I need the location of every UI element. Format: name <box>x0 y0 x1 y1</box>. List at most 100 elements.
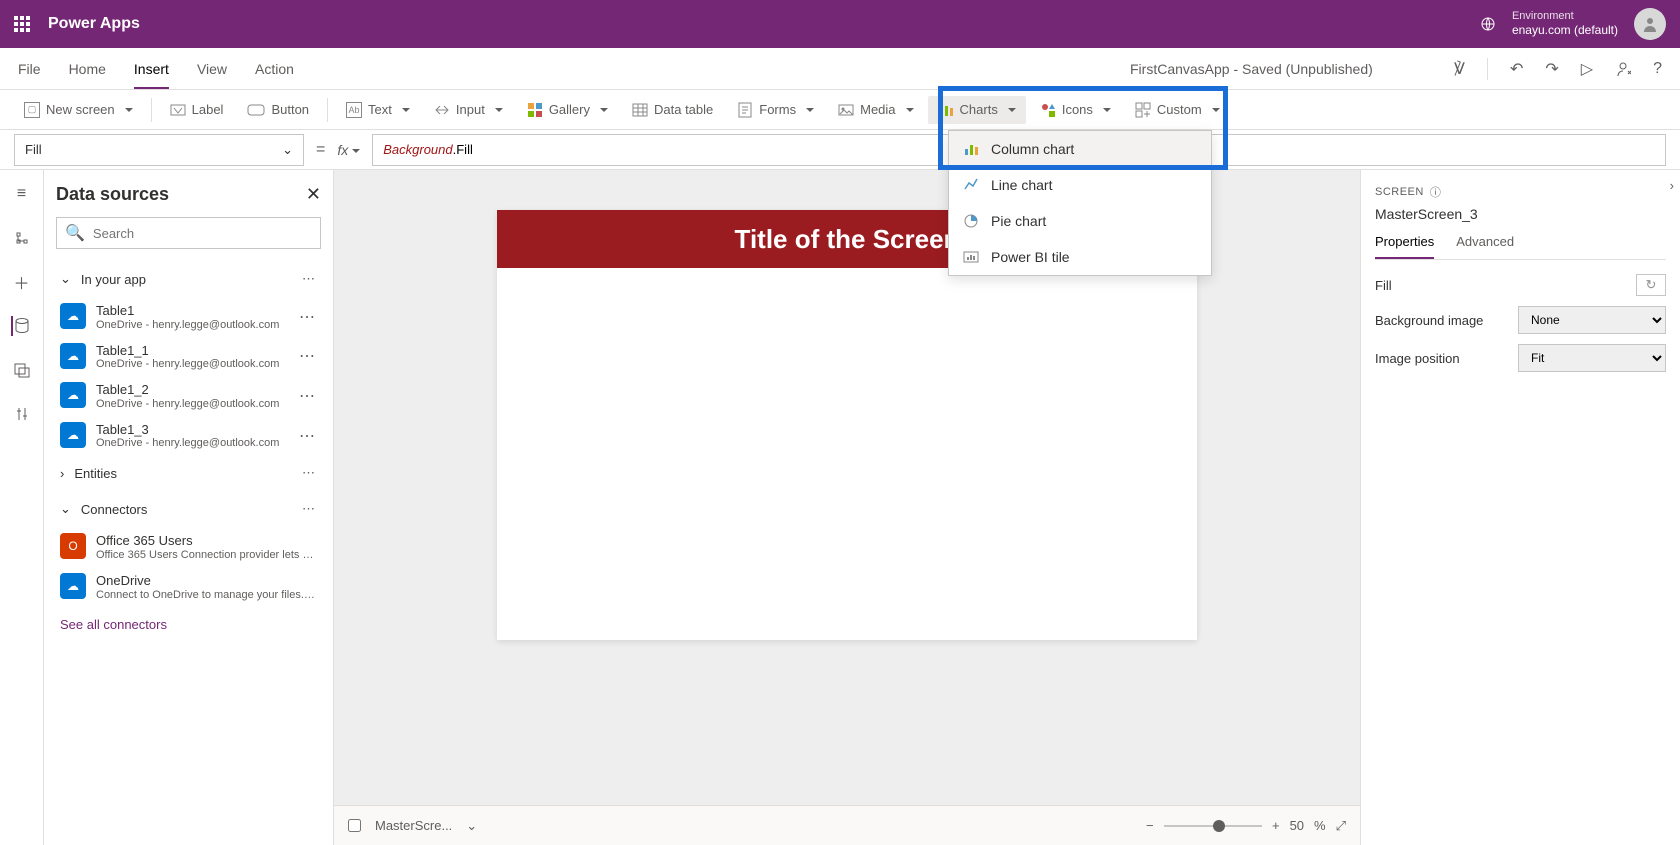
screen-icon: ▢ <box>24 102 40 118</box>
column-chart-icon <box>963 141 979 157</box>
charts-option-column[interactable]: Column chart <box>949 131 1211 167</box>
more-icon[interactable]: ⋯ <box>299 426 317 446</box>
zoom-slider[interactable] <box>1164 825 1262 827</box>
insert-forms-button[interactable]: Forms <box>727 96 824 124</box>
more-icon[interactable]: ⋯ <box>299 346 317 366</box>
charts-option-powerbi[interactable]: Power BI tile <box>949 239 1211 275</box>
insert-gallery-button[interactable]: Gallery <box>517 96 618 124</box>
chevron-down-icon: ⌄ <box>60 501 71 517</box>
environment-selector[interactable]: Environment enayu.com (default) <box>1512 10 1618 38</box>
insert-input-button[interactable]: Input <box>424 96 513 124</box>
fx-button[interactable]: fx <box>337 142 360 158</box>
connector-item[interactable]: O Office 365 Users Office 365 Users Conn… <box>56 527 321 567</box>
section-connectors[interactable]: ⌄ Connectors⋯ <box>56 491 321 527</box>
props-element-name: MasterScreen_3 <box>1375 206 1666 222</box>
datasources-search[interactable]: 🔍 <box>56 217 321 249</box>
props-tab-properties[interactable]: Properties <box>1375 234 1434 259</box>
onedrive-icon: ☁ <box>60 343 86 369</box>
play-icon[interactable]: ▷ <box>1581 59 1593 79</box>
rail-hamburger-icon[interactable]: ≡ <box>12 184 32 204</box>
connector-sub: Office 365 Users Connection provider let… <box>96 549 317 561</box>
insert-charts-button[interactable]: Charts <box>928 96 1026 124</box>
chevron-down-icon: ⌄ <box>282 142 293 158</box>
property-selector[interactable]: Fill ⌄ <box>14 134 304 166</box>
fullscreen-icon[interactable]: ⤢ <box>1336 818 1346 834</box>
insert-button-button[interactable]: Button <box>237 96 319 123</box>
search-input[interactable] <box>93 226 312 241</box>
main-area: ≡ ＋ Data sources ✕ 🔍 ⌄ In your app⋯ ☁ Ta… <box>0 170 1680 845</box>
charts-option-line[interactable]: Line chart <box>949 167 1211 203</box>
charts-option-pie[interactable]: Pie chart <box>949 203 1211 239</box>
insert-text-button[interactable]: AbText <box>336 96 420 124</box>
footer-checkbox[interactable] <box>348 819 361 832</box>
redo-icon[interactable]: ↷ <box>1545 59 1558 79</box>
datasource-item[interactable]: ☁ Table1_3 OneDrive - henry.legge@outloo… <box>56 416 321 456</box>
equals-sign: = <box>316 141 325 159</box>
props-tab-advanced[interactable]: Advanced <box>1456 234 1514 259</box>
zoom-suffix: % <box>1314 818 1326 833</box>
info-icon[interactable]: ⓘ <box>1430 184 1442 200</box>
datasource-item[interactable]: ☁ Table1_1 OneDrive - henry.legge@outloo… <box>56 337 321 377</box>
button-icon <box>247 103 265 117</box>
charts-icon <box>938 102 954 118</box>
rail-media-icon[interactable] <box>12 360 32 380</box>
rail-tree-icon[interactable] <box>12 228 32 248</box>
rail-data-icon[interactable] <box>11 316 31 336</box>
charts-option-label: Power BI tile <box>991 249 1070 265</box>
connector-name: OneDrive <box>96 573 317 589</box>
datatable-icon <box>632 102 648 118</box>
avatar[interactable] <box>1634 8 1666 40</box>
tab-view[interactable]: View <box>197 61 227 77</box>
tab-file[interactable]: File <box>18 61 41 77</box>
tab-insert[interactable]: Insert <box>134 61 169 89</box>
prop-fill-swatch[interactable]: ↻ <box>1636 274 1666 296</box>
see-all-connectors-link[interactable]: See all connectors <box>56 607 321 642</box>
more-icon[interactable]: ⋯ <box>299 386 317 406</box>
insert-label-button[interactable]: Label <box>160 96 234 124</box>
section-in-your-app[interactable]: ⌄ In your app⋯ <box>56 261 321 297</box>
input-icon <box>434 102 450 118</box>
formula-token-prop: .Fill <box>453 142 473 157</box>
zoom-value: 50 <box>1290 818 1304 833</box>
prop-imgpos-select[interactable]: Fit <box>1518 344 1666 372</box>
datasource-sub: OneDrive - henry.legge@outlook.com <box>96 319 289 331</box>
close-icon[interactable]: ✕ <box>306 184 321 205</box>
rail-add-icon[interactable]: ＋ <box>12 272 32 292</box>
media-icon <box>838 102 854 118</box>
property-selector-value: Fill <box>25 142 42 157</box>
zoom-control: − + 50 % ⤢ <box>1146 818 1346 834</box>
insert-datatable-button[interactable]: Data table <box>622 96 723 124</box>
charts-option-label: Line chart <box>991 177 1052 193</box>
help-icon[interactable]: ? <box>1653 60 1662 78</box>
new-screen-button[interactable]: ▢New screen <box>14 96 143 124</box>
insert-media-button[interactable]: Media <box>828 96 923 124</box>
datasource-sub: OneDrive - henry.legge@outlook.com <box>96 437 289 449</box>
app-launcher-icon[interactable] <box>14 16 30 32</box>
rail-advanced-icon[interactable] <box>12 404 32 424</box>
section-entities[interactable]: › Entities⋯ <box>56 455 321 491</box>
zoom-out-icon[interactable]: − <box>1146 818 1154 833</box>
insert-icons-button[interactable]: Icons <box>1030 96 1121 124</box>
prop-bgimg-select[interactable]: None <box>1518 306 1666 334</box>
tab-action[interactable]: Action <box>255 61 294 77</box>
more-icon[interactable]: ⋯ <box>299 307 317 327</box>
line-chart-icon <box>963 177 979 193</box>
separator <box>1487 58 1488 80</box>
more-icon[interactable]: ⋯ <box>302 501 317 517</box>
datasource-item[interactable]: ☁ Table1 OneDrive - henry.legge@outlook.… <box>56 297 321 337</box>
chevron-down-icon[interactable]: ⌄ <box>466 818 477 834</box>
connector-item[interactable]: ☁ OneDrive Connect to OneDrive to manage… <box>56 567 321 607</box>
more-icon[interactable]: ⋯ <box>302 271 317 287</box>
more-icon[interactable]: ⋯ <box>302 465 317 481</box>
insert-custom-button[interactable]: Custom <box>1125 96 1230 124</box>
undo-icon[interactable]: ↶ <box>1510 59 1523 79</box>
onedrive-icon: ☁ <box>60 382 86 408</box>
app-checker-icon[interactable]: ℣ <box>1454 59 1465 79</box>
tab-home[interactable]: Home <box>69 61 106 77</box>
expand-icon[interactable]: › <box>1670 178 1674 193</box>
zoom-in-icon[interactable]: + <box>1272 818 1280 833</box>
datasource-item[interactable]: ☁ Table1_2 OneDrive - henry.legge@outloo… <box>56 376 321 416</box>
share-icon[interactable] <box>1615 61 1631 77</box>
footer-screen-name[interactable]: MasterScre... <box>375 818 452 833</box>
prop-label-bgimg: Background image <box>1375 313 1483 328</box>
